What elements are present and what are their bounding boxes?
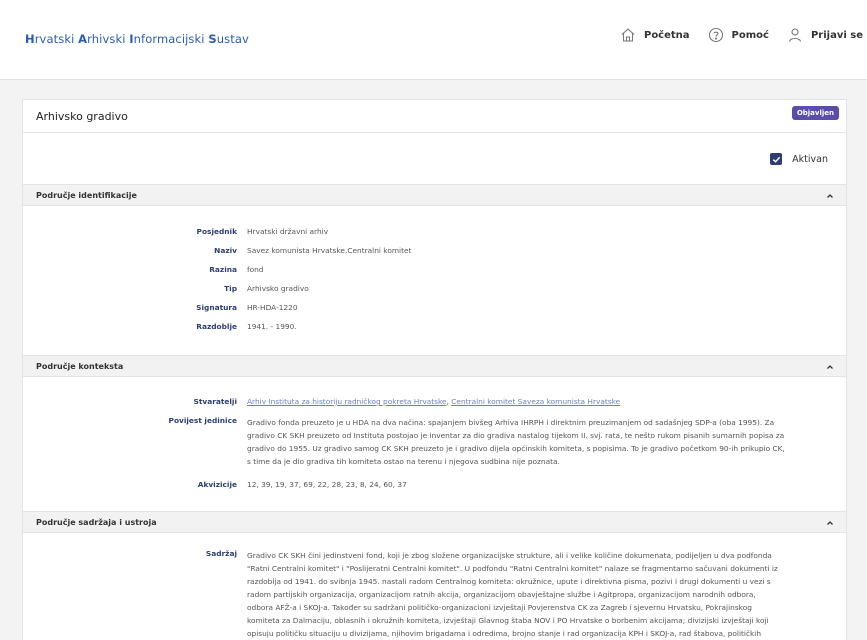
nav-help[interactable]: Pomoć <box>708 27 769 43</box>
brand-initial: A <box>78 32 88 46</box>
field-label: Naziv <box>214 246 237 255</box>
section-title: Područje sadržaja i ustroja <box>36 518 157 527</box>
section-title: Područje konteksta <box>36 362 124 371</box>
field-value: Savez komunista Hrvatske.Centralni komit… <box>247 246 412 255</box>
active-label: Aktivan <box>792 153 828 165</box>
active-checkbox[interactable] <box>770 153 783 165</box>
nav-login-label: Prijavi se <box>810 29 863 41</box>
nav-home-label: Početna <box>643 29 690 41</box>
text-line: gradivo CK SKH preuzeto od Instituta pos… <box>247 431 785 440</box>
text-line: Gradivo CK SKH čini jedinstveni fond, ko… <box>247 551 772 560</box>
main-nav: Početna Pomoć Prijavi se <box>602 27 863 43</box>
text-line: komiteta za Dalmaciju, oblasnih i okružn… <box>247 616 769 625</box>
text-line: opisuju političku situaciju u divizijama… <box>247 629 762 638</box>
chevron-up-icon[interactable] <box>826 519 834 527</box>
brand-word: rhivski <box>87 32 130 46</box>
site-brand[interactable]: Hrvatski Arhivski Informacijski Sustav <box>25 32 249 46</box>
creator-link[interactable]: Centralni komitet Saveza komunista Hrvat… <box>451 397 620 406</box>
home-icon <box>621 28 635 42</box>
nav-login[interactable]: Prijavi se <box>787 27 863 43</box>
status-badge: Objavljen <box>791 106 839 120</box>
brand-word: rvatski <box>34 32 79 46</box>
field-label: Tip <box>224 284 237 293</box>
field-label: Akvizicije <box>197 480 237 489</box>
brand-word: nformacijski <box>133 32 209 46</box>
field-value: Gradivo CK SKH čini jedinstveni fond, ko… <box>247 549 837 640</box>
check-icon <box>772 156 780 163</box>
field-value: HR-HDA-1220 <box>247 303 298 312</box>
field-value: Hrvatski državni arhiv <box>247 227 329 236</box>
creator-link[interactable]: Arhiv Instituta za historiju radničkog p… <box>247 397 447 406</box>
field-value: fond <box>247 265 264 274</box>
section-context-header[interactable]: Područje konteksta <box>23 355 846 377</box>
text-line: gradivo do 1955. Uz gradivo samog CK SKH… <box>247 444 785 453</box>
field-label: Sadržaj <box>205 549 237 558</box>
brand-initial: H <box>25 32 35 46</box>
top-bar: Hrvatski Arhivski Informacijski Sustav P… <box>0 0 867 80</box>
text-line: radom partijskih organizacija, organizac… <box>247 590 756 599</box>
field-value: 1941. - 1990. <box>247 322 297 331</box>
field-value: Gradivo fonda preuzeto je u HDA na dva n… <box>247 416 837 468</box>
text-line: razdoblja od 1941. do svibnja 1945. nast… <box>247 577 771 586</box>
field-label: Razdoblje <box>196 322 237 331</box>
field-label: Posjednik <box>196 227 237 236</box>
field-value: 12, 39, 19, 37, 69, 22, 28, 23, 8, 24, 6… <box>247 480 407 489</box>
active-toggle[interactable]: Aktivan <box>770 153 828 165</box>
brand-initial: S <box>208 32 217 46</box>
chevron-up-icon[interactable] <box>826 363 834 371</box>
field-label: Razina <box>209 265 237 274</box>
record-card: Arhivsko gradivo Objavljen Aktivan Podru… <box>22 99 847 640</box>
field-value: Arhivsko gradivo <box>247 284 309 293</box>
text-line: "Ratni Centralni komitet" i "Poslijeratn… <box>247 564 778 573</box>
user-icon <box>788 28 802 42</box>
page-title: Arhivsko gradivo <box>36 110 128 123</box>
section-content-header[interactable]: Područje sadržaja i ustroja <box>23 511 846 533</box>
field-label: Signatura <box>196 303 237 312</box>
section-title: Područje identifikacije <box>36 191 137 200</box>
text-line: s time da je dio gradiva tih komiteta os… <box>247 457 560 466</box>
chevron-up-icon[interactable] <box>826 192 834 200</box>
help-icon <box>708 27 723 43</box>
card-header: Arhivsko gradivo Objavljen <box>23 100 846 133</box>
section-identification-header[interactable]: Područje identifikacije <box>23 184 846 206</box>
field-label: Povijest jedinice <box>168 416 237 425</box>
text-line: odbora AFŽ-a i SKOJ-a. Također su sadrža… <box>247 603 752 612</box>
nav-help-label: Pomoć <box>731 29 769 41</box>
field-value: Arhiv Instituta za historiju radničkog p… <box>247 397 620 406</box>
field-label: Stvaratelji <box>193 397 237 406</box>
text-line: Gradivo fonda preuzeto je u HDA na dva n… <box>247 418 775 427</box>
nav-home[interactable]: Početna <box>620 27 690 43</box>
brand-word: ustav <box>216 32 249 46</box>
